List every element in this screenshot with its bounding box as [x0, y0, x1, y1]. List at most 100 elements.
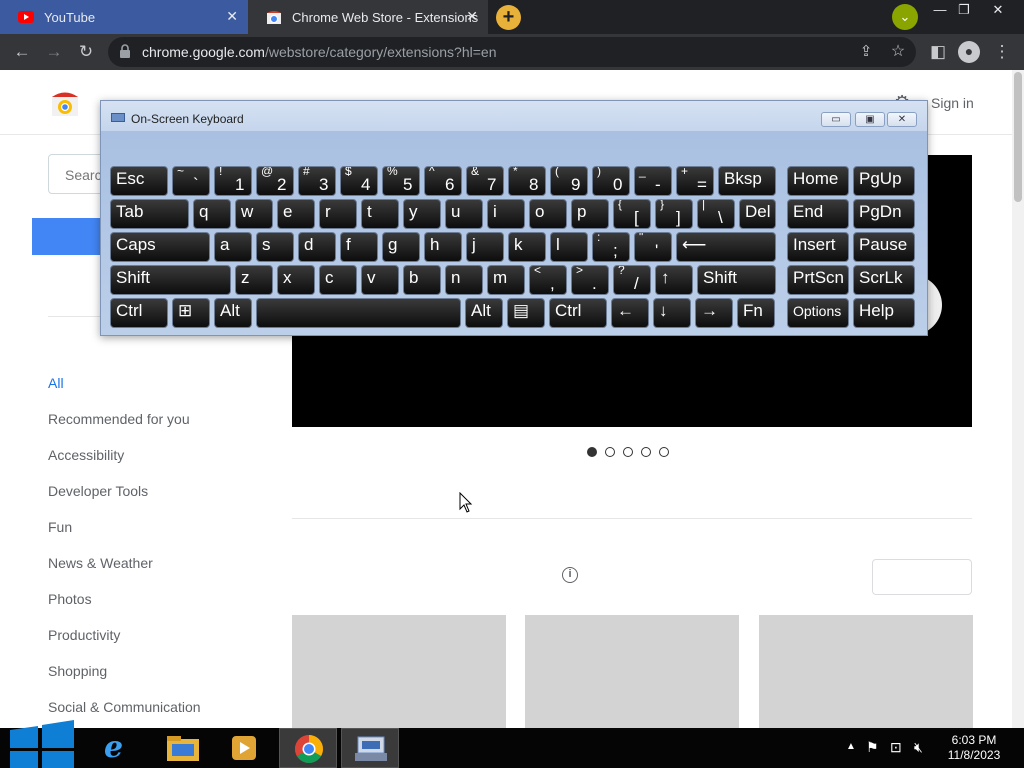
category-fun[interactable]: Fun: [48, 520, 201, 556]
osk-close-button[interactable]: ✕: [887, 112, 917, 127]
key-o[interactable]: o: [529, 199, 567, 229]
key-space[interactable]: [256, 298, 461, 328]
key-/[interactable]: ? /: [613, 265, 651, 295]
close-icon[interactable]: ✕: [466, 8, 478, 25]
address-bar[interactable]: chrome.google.com/webstore/category/exte…: [108, 37, 916, 67]
key-t[interactable]: t: [361, 199, 399, 229]
key-z[interactable]: z: [235, 265, 273, 295]
extension-card[interactable]: [292, 615, 506, 728]
key-p[interactable]: p: [571, 199, 609, 229]
key-][interactable]: }]: [655, 199, 693, 229]
close-window-icon[interactable]: ✕: [984, 2, 1012, 18]
key-v[interactable]: v: [361, 265, 399, 295]
key-d[interactable]: d: [298, 232, 336, 262]
key-m[interactable]: m: [487, 265, 525, 295]
carousel-dot[interactable]: [659, 447, 669, 457]
new-tab-button[interactable]: +: [496, 5, 521, 30]
key-⊞[interactable]: ⊞: [172, 298, 210, 328]
key-pgup[interactable]: PgUp: [853, 166, 915, 196]
key-shift[interactable]: Shift: [110, 265, 231, 295]
forward-icon[interactable]: →: [44, 42, 64, 62]
key-3[interactable]: #3: [298, 166, 336, 196]
key-4[interactable]: $4: [340, 166, 378, 196]
key-caps[interactable]: Caps: [110, 232, 210, 262]
close-icon[interactable]: ✕: [226, 8, 238, 25]
page-scrollbar[interactable]: [1012, 70, 1024, 728]
key-w[interactable]: w: [235, 199, 273, 229]
key-b[interactable]: b: [403, 265, 441, 295]
key-c[interactable]: c: [319, 265, 357, 295]
info-icon[interactable]: i: [562, 567, 578, 583]
key-alt[interactable]: Alt: [465, 298, 503, 328]
key-▤[interactable]: ▤: [507, 298, 545, 328]
key-x[interactable]: x: [277, 265, 315, 295]
category-all[interactable]: All: [48, 376, 201, 412]
key-bksp[interactable]: Bksp: [718, 166, 776, 196]
key-ctrl[interactable]: Ctrl: [110, 298, 168, 328]
key-i[interactable]: i: [487, 199, 525, 229]
key-esc[interactable]: Esc: [110, 166, 168, 196]
key-f[interactable]: f: [340, 232, 378, 262]
key-n[interactable]: n: [445, 265, 483, 295]
carousel-dot[interactable]: [587, 447, 597, 457]
key-y[interactable]: y: [403, 199, 441, 229]
network-icon[interactable]: ⊡: [890, 739, 902, 756]
file-explorer-icon[interactable]: [166, 734, 200, 762]
carousel-dot[interactable]: [641, 447, 651, 457]
key-options[interactable]: Options: [787, 298, 849, 328]
chrome-taskbar-button[interactable]: [279, 728, 337, 768]
extension-card[interactable]: [525, 615, 739, 728]
key-scrlk[interactable]: ScrLk: [853, 265, 915, 295]
key-↓[interactable]: ↓: [653, 298, 691, 328]
extension-card[interactable]: [759, 615, 973, 728]
category-developer-tools[interactable]: Developer Tools: [48, 484, 201, 520]
category-news-weather[interactable]: News & Weather: [48, 556, 201, 592]
key-=[interactable]: + =: [676, 166, 714, 196]
category-shopping[interactable]: Shopping: [48, 664, 201, 700]
key-q[interactable]: q: [193, 199, 231, 229]
key-r[interactable]: r: [319, 199, 357, 229]
osk-taskbar-button[interactable]: [341, 728, 399, 768]
volume-muted-icon[interactable]: 🔇︎: [914, 739, 923, 756]
key-fn[interactable]: Fn: [737, 298, 775, 328]
category-recommended[interactable]: Recommended for you: [48, 412, 201, 448]
key-insert[interactable]: Insert: [787, 232, 849, 262]
key-`[interactable]: ~ `: [172, 166, 210, 196]
action-center-icon[interactable]: ⚑: [866, 739, 879, 756]
tab-youtube[interactable]: YouTube ✕: [0, 0, 248, 34]
clock[interactable]: 6:03 PM 11/8/2023: [944, 733, 1004, 763]
category-accessibility[interactable]: Accessibility: [48, 448, 201, 484]
side-panel-icon[interactable]: ◧: [928, 42, 948, 62]
key-[[interactable]: {[: [613, 199, 651, 229]
tab-chrome-web-store[interactable]: Chrome Web Store - Extensions ✕: [248, 0, 488, 34]
category-photos[interactable]: Photos: [48, 592, 201, 628]
key-l[interactable]: l: [550, 232, 588, 262]
scrollbar-thumb[interactable]: [1014, 72, 1022, 202]
osk-minimize-button[interactable]: ▭: [821, 112, 851, 127]
key-prtscn[interactable]: PrtScn: [787, 265, 849, 295]
key-ctrl[interactable]: Ctrl: [549, 298, 607, 328]
internet-explorer-icon[interactable]: e: [104, 732, 123, 764]
key-'[interactable]: " ': [634, 232, 672, 262]
key-u[interactable]: u: [445, 199, 483, 229]
tab-search-icon[interactable]: ⌄: [892, 4, 918, 30]
sign-in-link[interactable]: Sign in: [931, 95, 974, 111]
key-↑[interactable]: ↑: [655, 265, 693, 295]
key-,[interactable]: <,: [529, 265, 567, 295]
key-a[interactable]: a: [214, 232, 252, 262]
key-9[interactable]: (9: [550, 166, 588, 196]
key-j[interactable]: j: [466, 232, 504, 262]
osk-maximize-button[interactable]: ▣: [855, 112, 885, 127]
key-8[interactable]: * 8: [508, 166, 546, 196]
reload-icon[interactable]: ↻: [76, 42, 96, 62]
category-productivity[interactable]: Productivity: [48, 628, 201, 664]
key-alt[interactable]: Alt: [214, 298, 252, 328]
key-.[interactable]: >.: [571, 265, 609, 295]
key-home[interactable]: Home: [787, 166, 849, 196]
key-→[interactable]: →: [695, 298, 733, 328]
key-pgdn[interactable]: PgDn: [853, 199, 915, 229]
key-7[interactable]: & 7: [466, 166, 504, 196]
restore-icon[interactable]: ❐: [950, 2, 978, 18]
key-k[interactable]: k: [508, 232, 546, 262]
key-del[interactable]: Del: [739, 199, 776, 229]
